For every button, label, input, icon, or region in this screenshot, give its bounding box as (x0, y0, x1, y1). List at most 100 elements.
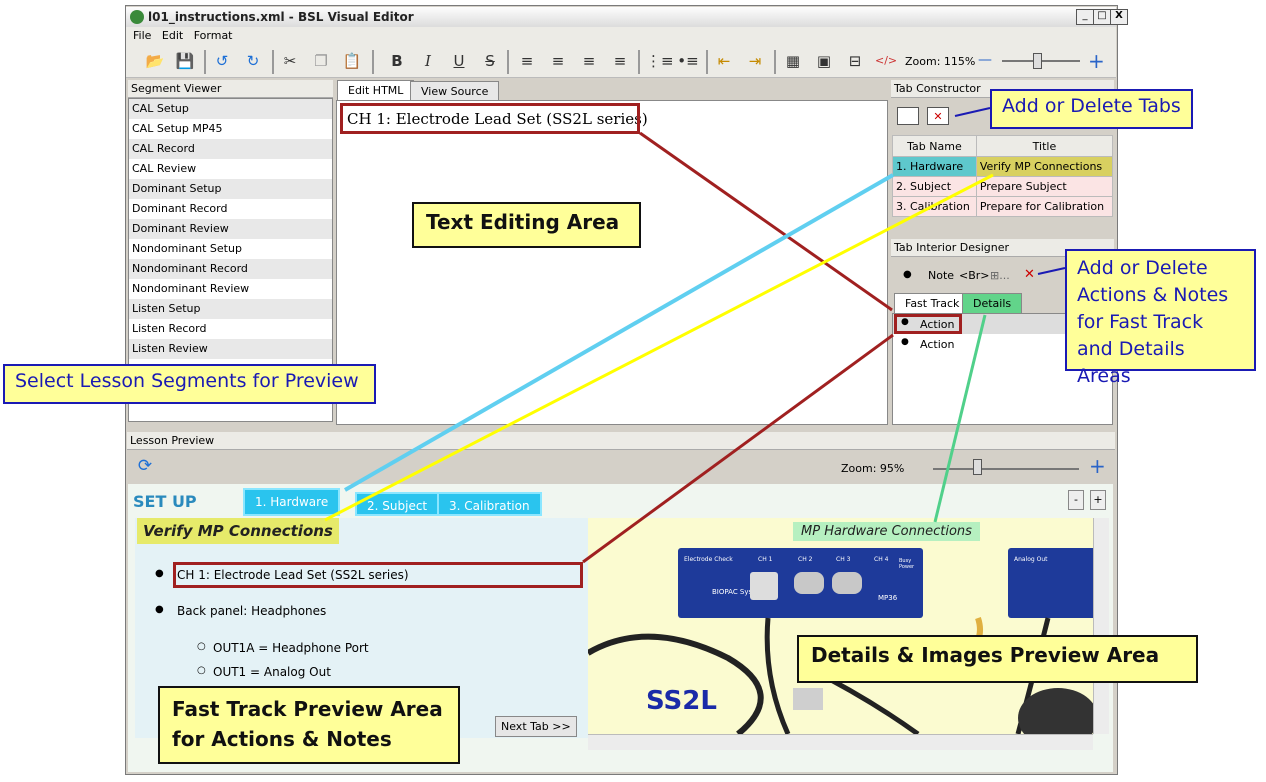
image-icon[interactable]: ▣ (813, 50, 835, 72)
zoom-label: Zoom: 115% (905, 55, 976, 68)
highlight-editor-text (340, 103, 640, 134)
tab-title-cell[interactable]: Verify MP Connections (975, 156, 1114, 177)
open-icon[interactable]: 📂 (144, 50, 166, 72)
expand-button[interactable]: + (1090, 490, 1106, 510)
action-bullet-icon[interactable]: ● (903, 269, 912, 280)
callout-segments: Select Lesson Segments for Preview (3, 364, 376, 404)
menu-file[interactable]: File (133, 29, 151, 42)
tab-name-cell[interactable]: 3. Calibration (892, 196, 977, 217)
note-button[interactable]: Note (928, 269, 954, 282)
segment-item[interactable]: Nondominant Review (129, 279, 332, 299)
more-button[interactable]: ⊞... (990, 269, 1010, 282)
copy-icon[interactable]: ❐ (310, 50, 332, 72)
segment-item[interactable]: CAL Review (129, 159, 332, 179)
save-icon[interactable]: 💾 (174, 50, 196, 72)
segment-item[interactable]: Listen Review (129, 339, 332, 359)
tab-title-cell[interactable]: Prepare Subject (975, 176, 1114, 197)
menu-bar: File Edit Format (126, 27, 1116, 45)
preview-tab-calibration[interactable]: 3. Calibration (437, 492, 542, 516)
callout-line: and Details Areas (1077, 338, 1185, 387)
preview-tab-hardware[interactable]: 1. Hardware (243, 488, 341, 516)
zoom-slider-thumb[interactable] (1033, 53, 1043, 69)
segment-item[interactable]: Nondominant Record (129, 259, 332, 279)
table-icon[interactable]: ▦ (782, 50, 804, 72)
zoom-out-button[interactable]: — (978, 52, 992, 68)
tab-title-cell[interactable]: Prepare for Calibration (975, 196, 1114, 217)
numbered-list-icon[interactable]: ⋮≡ (646, 50, 674, 72)
preview-zoom-in-button[interactable]: + (1089, 454, 1106, 478)
segment-item[interactable]: CAL Setup (129, 99, 332, 119)
br-button[interactable]: <Br> (959, 269, 990, 282)
paste-icon[interactable]: 📋 (341, 50, 363, 72)
minimize-button[interactable]: _ (1076, 9, 1094, 25)
menu-format[interactable]: Format (194, 29, 233, 42)
toolbar: 📂 💾 ↺ ↻ ✂ ❐ 📋 B I U S ≡ ≡ ≡ ≡ ⋮≡ •≡ ⇤ ⇥ … (126, 45, 1116, 78)
bullet-item: Back panel: Headphones (177, 604, 327, 618)
details-caption: MP Hardware Connections (793, 522, 980, 541)
tab-name-cell[interactable]: 1. Hardware (892, 156, 977, 177)
table-row[interactable]: 2. Subject Prepare Subject (892, 176, 1114, 197)
callout-actions-notes: Add or Delete Actions & Notes for Fast T… (1065, 249, 1256, 387)
delete-item-icon[interactable]: ✕ (1024, 267, 1035, 282)
align-left-icon[interactable]: ≡ (516, 50, 538, 72)
table-row[interactable]: 3. Calibration Prepare for Calibration (892, 196, 1114, 217)
segment-item[interactable]: Nondominant Setup (129, 239, 332, 259)
segment-item[interactable]: CAL Record (129, 139, 332, 159)
menu-edit[interactable]: Edit (162, 29, 183, 42)
justify-icon[interactable]: ≡ (609, 50, 631, 72)
horizontal-scrollbar[interactable] (588, 734, 1093, 750)
bold-button[interactable]: B (386, 50, 408, 72)
segment-item[interactable]: Listen Setup (129, 299, 332, 319)
outdent-icon[interactable]: ⇤ (713, 50, 735, 72)
preview-zoom-slider[interactable] (933, 468, 1079, 470)
callout-line: Fast Track Preview Area (172, 697, 443, 721)
callout-details-area: Details & Images Preview Area (797, 635, 1198, 683)
vertical-scrollbar[interactable] (1093, 518, 1109, 734)
cut-icon[interactable]: ✂ (279, 50, 301, 72)
table-row[interactable]: 1. Hardware Verify MP Connections (892, 156, 1114, 177)
tab-edit-html[interactable]: Edit HTML (337, 80, 415, 101)
section-heading: SET UP (133, 492, 197, 511)
tab-fast-track[interactable]: Fast Track (894, 293, 971, 314)
delete-tab-icon[interactable]: ✕ (927, 107, 949, 125)
details-image-area: Electrode Check CH 1 CH 2 CH 3 CH 4 Busy… (588, 518, 1093, 734)
undo-icon[interactable]: ↺ (211, 50, 233, 72)
tab-view-source[interactable]: View Source (410, 81, 500, 102)
title-bar: l01_instructions.xml - BSL Visual Editor… (126, 7, 1128, 27)
preview-tab-subject[interactable]: 2. Subject (355, 492, 440, 516)
rule-icon[interactable]: ⊟ (844, 50, 866, 72)
zoom-in-button[interactable]: + (1088, 49, 1105, 73)
tab-details[interactable]: Details (962, 293, 1023, 314)
align-right-icon[interactable]: ≡ (578, 50, 600, 72)
segment-item[interactable]: Dominant Setup (129, 179, 332, 199)
bullet-list-icon[interactable]: •≡ (677, 50, 699, 72)
next-tab-button[interactable]: Next Tab >> (495, 716, 577, 737)
app-icon (130, 10, 144, 24)
sub-bullet-item: OUT1A = Headphone Port (213, 641, 369, 655)
maximize-button[interactable]: □ (1093, 9, 1111, 25)
source-icon[interactable]: </> (875, 50, 897, 72)
callout-line: for Actions & Notes (172, 727, 392, 751)
preview-zoom-thumb[interactable] (972, 459, 982, 475)
segment-item[interactable]: CAL Setup MP45 (129, 119, 332, 139)
align-center-icon[interactable]: ≡ (547, 50, 569, 72)
collapse-button[interactable]: - (1068, 490, 1084, 510)
segment-item[interactable]: Dominant Review (129, 219, 332, 239)
add-tab-icon[interactable] (897, 107, 919, 125)
segment-item[interactable]: Listen Record (129, 319, 332, 339)
italic-button[interactable]: I (417, 50, 439, 72)
close-button[interactable]: X (1110, 9, 1128, 25)
action-label: Action (920, 338, 955, 351)
tab-table: Tab Name Title 1. Hardware Verify MP Conne… (892, 135, 1114, 217)
callout-line: for Fast Track (1077, 311, 1204, 333)
indent-icon[interactable]: ⇥ (744, 50, 766, 72)
lesson-preview-title: Lesson Preview (127, 432, 1115, 450)
refresh-icon[interactable]: ⟳ (134, 456, 156, 478)
underline-button[interactable]: U (448, 50, 470, 72)
text-editing-area[interactable]: CH 1: Electrode Lead Set (SS2L series) (336, 100, 888, 425)
segment-viewer-title: Segment Viewer (128, 80, 333, 98)
tab-name-cell[interactable]: 2. Subject (892, 176, 977, 197)
strike-button[interactable]: S (479, 50, 501, 72)
segment-item[interactable]: Dominant Record (129, 199, 332, 219)
redo-icon[interactable]: ↻ (242, 50, 264, 72)
